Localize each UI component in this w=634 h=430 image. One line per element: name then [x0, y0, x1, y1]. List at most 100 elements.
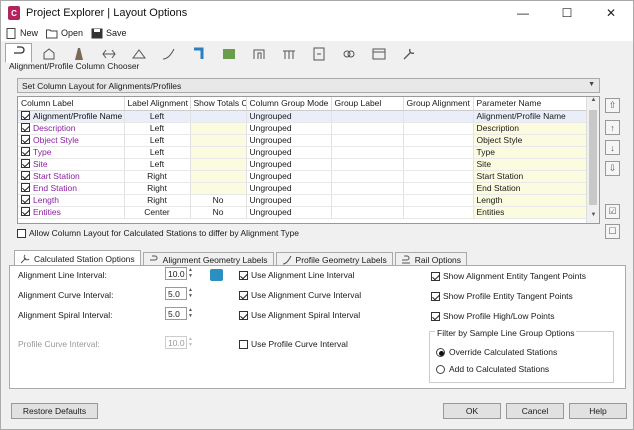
- align-cell[interactable]: Left: [124, 158, 191, 171]
- mode-cell[interactable]: Ungrouped: [246, 170, 332, 183]
- align-spiral-stepper[interactable]: ▲ ▼: [188, 307, 194, 320]
- group-align-cell[interactable]: [403, 122, 474, 135]
- mode-cell[interactable]: Ungrouped: [246, 158, 332, 171]
- group-align-cell[interactable]: [403, 170, 474, 183]
- row-checkbox[interactable]: [21, 183, 30, 192]
- move-bottom-button[interactable]: ⇩: [605, 161, 620, 176]
- use-curve-option[interactable]: Use Alignment Curve Interval: [239, 290, 361, 300]
- row-checkbox[interactable]: [21, 111, 30, 120]
- scroll-thumb[interactable]: [589, 110, 597, 205]
- group-label-cell[interactable]: [331, 206, 404, 219]
- override-radio[interactable]: [436, 347, 445, 357]
- settings-tool[interactable]: [395, 45, 422, 63]
- row-checkbox[interactable]: [21, 207, 30, 216]
- totals-cell[interactable]: [190, 146, 247, 159]
- mode-cell[interactable]: Ungrouped: [246, 134, 332, 147]
- new-button[interactable]: New: [5, 27, 38, 39]
- report-tool[interactable]: [365, 45, 392, 63]
- col-header[interactable]: Column Label: [18, 97, 125, 111]
- group-label-cell[interactable]: [331, 194, 404, 207]
- group-label-cell[interactable]: [331, 110, 404, 123]
- group-align-cell[interactable]: [403, 110, 474, 123]
- totals-cell[interactable]: [190, 134, 247, 147]
- param-cell[interactable]: End Station: [473, 182, 587, 195]
- help-button[interactable]: Help: [569, 403, 627, 419]
- table-row[interactable]: Entities Center No Ungrouped Entities: [18, 206, 587, 219]
- override-option[interactable]: Override Calculated Stations: [436, 347, 557, 357]
- tab-rail-options[interactable]: Rail Options: [394, 252, 468, 266]
- alignment-tool[interactable]: [5, 43, 32, 63]
- scroll-up-icon[interactable]: ▲: [587, 97, 599, 108]
- mode-cell[interactable]: Ungrouped: [246, 194, 332, 207]
- align-curve-stepper[interactable]: ▲ ▼: [188, 287, 194, 300]
- column-layout-select[interactable]: Set Column Layout for Alignments/Profile…: [17, 78, 600, 93]
- add-radio[interactable]: [436, 364, 445, 374]
- row-label-cell[interactable]: Start Station: [18, 170, 125, 183]
- show-highlow-checkbox[interactable]: [431, 311, 440, 321]
- allow-differ-option[interactable]: Allow Column Layout for Calculated Stati…: [17, 228, 299, 238]
- unlock-icon[interactable]: [210, 269, 223, 281]
- use-line-option[interactable]: Use Alignment Line Interval: [239, 270, 354, 280]
- show-profile-tangent-checkbox[interactable]: [431, 291, 440, 301]
- link-tool[interactable]: [335, 45, 362, 63]
- totals-cell[interactable]: [190, 182, 247, 195]
- totals-cell[interactable]: [190, 110, 247, 123]
- tab-profile-geometry-labels[interactable]: Profile Geometry Labels: [275, 252, 393, 266]
- restore-defaults-button[interactable]: Restore Defaults: [11, 403, 98, 419]
- group-align-cell[interactable]: [403, 158, 474, 171]
- pipe-tool[interactable]: [185, 45, 212, 63]
- profile-tool[interactable]: [155, 45, 182, 63]
- uncheck-all-button[interactable]: ☐: [605, 224, 620, 239]
- align-cell[interactable]: Left: [124, 110, 191, 123]
- group-align-cell[interactable]: [403, 146, 474, 159]
- col-header[interactable]: Parameter Name: [473, 97, 587, 111]
- group-align-cell[interactable]: [403, 206, 474, 219]
- row-label-cell[interactable]: Type: [18, 146, 125, 159]
- align-cell[interactable]: Center: [124, 206, 191, 219]
- show-tangent-checkbox[interactable]: [431, 271, 440, 281]
- group-label-cell[interactable]: [331, 158, 404, 171]
- use-spiral-option[interactable]: Use Alignment Spiral Interval: [239, 310, 360, 320]
- map-tool[interactable]: [215, 45, 242, 63]
- align-cell[interactable]: Right: [124, 182, 191, 195]
- param-cell[interactable]: Object Style: [473, 134, 587, 147]
- row-checkbox[interactable]: [21, 159, 30, 168]
- param-cell[interactable]: Alignment/Profile Name: [473, 110, 587, 123]
- save-button[interactable]: Save: [91, 28, 127, 39]
- show-profile-tangent-option[interactable]: Show Profile Entity Tangent Points: [431, 291, 573, 301]
- table-row[interactable]: Description Left Ungrouped Description: [18, 122, 587, 135]
- group-align-cell[interactable]: [403, 182, 474, 195]
- minimize-button[interactable]: —: [501, 1, 545, 25]
- show-tangent-option[interactable]: Show Alignment Entity Tangent Points: [431, 271, 586, 281]
- mode-cell[interactable]: Ungrouped: [246, 110, 332, 123]
- align-cell[interactable]: Right: [124, 170, 191, 183]
- param-cell[interactable]: Start Station: [473, 170, 587, 183]
- align-line-stepper[interactable]: ▲ ▼: [188, 267, 194, 280]
- row-label-cell[interactable]: Length: [18, 194, 125, 207]
- table-row[interactable]: End Station Right Ungrouped End Station: [18, 182, 587, 195]
- group-label-cell[interactable]: [331, 122, 404, 135]
- param-cell[interactable]: Type: [473, 146, 587, 159]
- row-checkbox[interactable]: [21, 147, 30, 156]
- maximize-button[interactable]: ☐: [545, 1, 589, 25]
- totals-cell[interactable]: [190, 158, 247, 171]
- cancel-button[interactable]: Cancel: [506, 403, 564, 419]
- totals-cell[interactable]: No: [190, 194, 247, 207]
- col-header[interactable]: Group Label: [331, 97, 404, 111]
- param-cell[interactable]: Site: [473, 158, 587, 171]
- table-row[interactable]: Type Left Ungrouped Type: [18, 146, 587, 159]
- totals-cell[interactable]: [190, 170, 247, 183]
- align-spiral-interval-input[interactable]: 5.0: [165, 307, 187, 320]
- grid-scrollbar[interactable]: ▲ ▼: [586, 97, 599, 223]
- bridge-tool[interactable]: [275, 45, 302, 63]
- table-row[interactable]: Object Style Left Ungrouped Object Style: [18, 134, 587, 147]
- move-up-button[interactable]: ↑: [605, 120, 620, 135]
- move-top-button[interactable]: ⇧: [605, 98, 620, 113]
- row-label-cell[interactable]: Entities: [18, 206, 125, 219]
- tab-calculated-station-options[interactable]: Calculated Station Options: [14, 250, 141, 266]
- param-cell[interactable]: Length: [473, 194, 587, 207]
- table-row[interactable]: Length Right No Ungrouped Length: [18, 194, 587, 207]
- allow-differ-checkbox[interactable]: [17, 228, 26, 238]
- use-curve-checkbox[interactable]: [239, 290, 248, 300]
- mode-cell[interactable]: Ungrouped: [246, 122, 332, 135]
